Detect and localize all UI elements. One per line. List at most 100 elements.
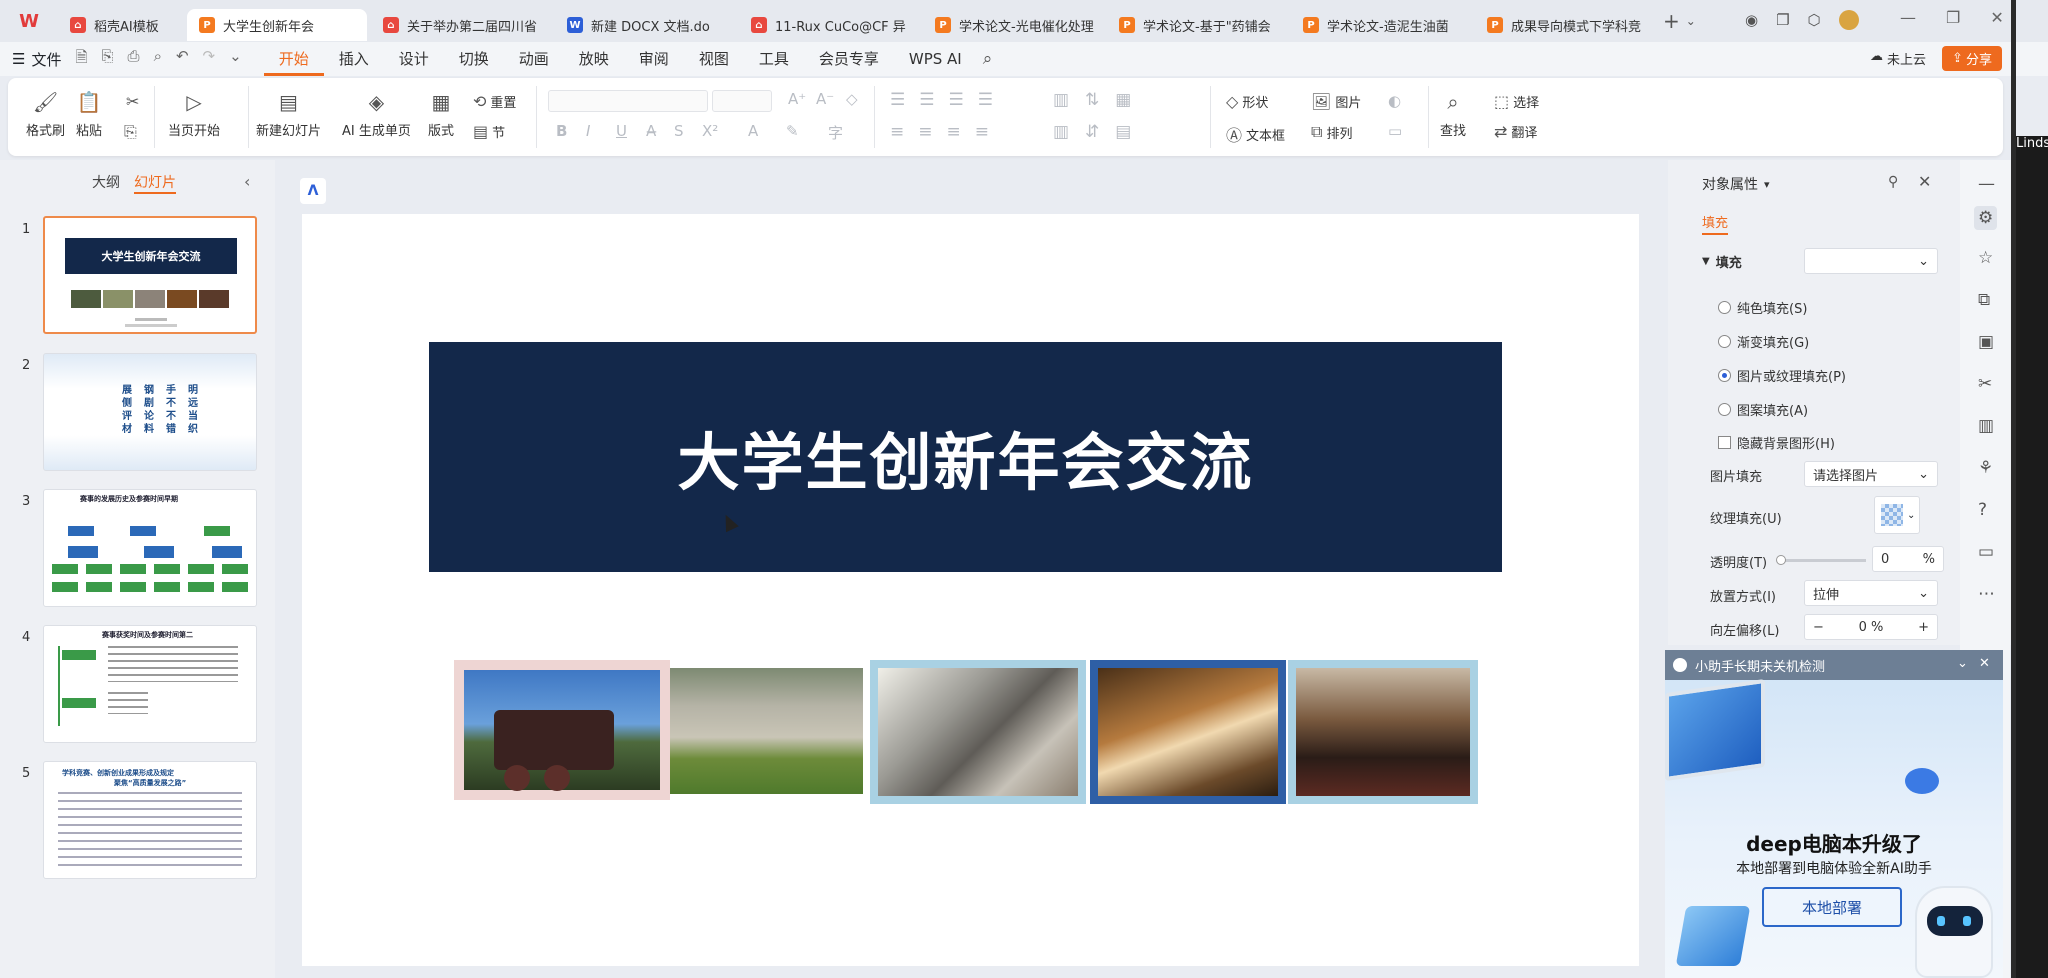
placement-select[interactable]: 拉伸 ⌄	[1804, 580, 1938, 606]
browser-tab[interactable]: ⌂ 稻壳AI模板	[58, 9, 183, 41]
start-from-current-button[interactable]: ▷ 当页开始	[168, 90, 220, 139]
transparency-slider[interactable]	[1776, 555, 1866, 565]
close-icon[interactable]: ✕	[1990, 8, 2003, 27]
alignment-tools[interactable]: ≡≡≡≡	[890, 122, 1003, 142]
close-panel-icon[interactable]: ✕	[1918, 172, 1931, 191]
plus-icon[interactable]: +	[1918, 620, 1929, 635]
select-button[interactable]: ⬚ 选择	[1494, 92, 1539, 111]
menu-item[interactable]: 放映	[564, 42, 624, 76]
restore-icon[interactable]: ❐	[1946, 8, 1960, 27]
textbox-button[interactable]: Ⓐ 文本框	[1226, 122, 1285, 146]
outline-icon[interactable]: ▭	[1388, 122, 1402, 140]
wps-logo-icon[interactable]: W	[0, 0, 58, 42]
fill-type-select[interactable]: ⌄	[1804, 248, 1938, 274]
browser-tab[interactable]: P 大学生创新年会	[187, 9, 367, 41]
hide-background-checkbox[interactable]: 隐藏背景图形(H)	[1718, 433, 1835, 452]
undo-icon[interactable]: ↶	[176, 47, 189, 72]
shadow-icon[interactable]: S	[674, 122, 684, 140]
unsaved-status[interactable]: ☁ 未上云	[1870, 49, 1926, 68]
font-grow-icon[interactable]: A⁺	[788, 90, 806, 108]
shape-button[interactable]: ◇ 形状	[1226, 92, 1268, 111]
superscript-icon[interactable]: X²	[702, 122, 718, 140]
menu-item[interactable]: 会员专享	[804, 42, 894, 76]
menu-item[interactable]: 工具	[744, 42, 804, 76]
menu-item[interactable]: 插入	[324, 42, 384, 76]
offset-left-stepper[interactable]: −0 % +	[1804, 614, 1938, 640]
browser-tab[interactable]: P 学术论文-基于"药铺会	[1107, 9, 1287, 41]
search-icon[interactable]: ⌕	[983, 49, 993, 69]
tab-list-chevron-icon[interactable]: ⌄	[1686, 14, 1696, 28]
font-color-icon[interactable]: A	[748, 122, 758, 140]
font-size-select[interactable]	[712, 90, 772, 112]
ai-single-page-button[interactable]: ◈ AI 生成单页	[342, 90, 411, 139]
radio-gradient-fill[interactable]: 渐变填充(G)	[1718, 332, 1809, 351]
photo-hallway[interactable]	[870, 660, 1086, 804]
cut-button[interactable]: ✂	[126, 92, 139, 111]
strikethrough-icon[interactable]: A̶	[646, 122, 656, 140]
picture-fill-select[interactable]: 请选择图片 ⌄	[1804, 461, 1938, 487]
bold-icon[interactable]: B	[556, 122, 567, 140]
browser-tab[interactable]: ⌂ 关于举办第二届四川省	[371, 9, 551, 41]
collab-icon[interactable]: ◉	[1745, 11, 1758, 29]
slide-thumbnail-1[interactable]: 大学生创新年会交流	[43, 216, 257, 334]
slide-thumbnail-2[interactable]: 展 侧 评 材 钢 剧 论 料 手 不 不 错 明 远 当 织	[43, 353, 257, 471]
new-slide-button[interactable]: ▤ 新建幻灯片	[256, 90, 321, 139]
slide-thumbnail-4[interactable]: 赛事获奖时间及参赛时间第二	[43, 625, 257, 743]
radio-pattern-fill[interactable]: 图案填充(A)	[1718, 400, 1808, 419]
popup-collapse-icon[interactable]: ⌄	[1957, 656, 1968, 671]
collapse-panel-icon[interactable]: ‹	[244, 172, 250, 191]
fill-section-header[interactable]: ▼ 填充	[1702, 252, 1742, 271]
pin-icon[interactable]: ⚲	[1888, 174, 1898, 190]
column-tools[interactable]: ▥⇵▤	[1053, 122, 1147, 142]
redo-icon[interactable]: ↷	[203, 47, 216, 72]
layout-button[interactable]: ▦ 版式	[428, 90, 454, 139]
slides-tab[interactable]: 幻灯片	[134, 172, 176, 194]
underline-icon[interactable]: U	[616, 122, 627, 140]
menu-item[interactable]: WPS AI	[894, 42, 977, 76]
picture-button[interactable]: 🖼 图片	[1311, 92, 1361, 111]
slide-title-box[interactable]: 大学生创新年会交流	[429, 342, 1502, 572]
copy-button[interactable]: ⎘	[124, 122, 137, 142]
transparency-input[interactable]: 0%	[1872, 546, 1944, 572]
reset-button[interactable]: ⟲ 重置	[473, 92, 516, 111]
window-icon[interactable]: ❐	[1776, 11, 1789, 29]
share-link-icon[interactable]: ⚘	[1978, 458, 1993, 478]
font-name-select[interactable]	[548, 90, 708, 112]
menu-item[interactable]: 开始	[263, 42, 324, 76]
clear-format-icon[interactable]: ◇	[846, 90, 858, 108]
radio-solid-fill[interactable]: 纯色填充(S)	[1718, 298, 1807, 317]
export-icon[interactable]: ⎘	[102, 47, 114, 72]
find-button[interactable]: ⌕ 查找	[1440, 90, 1466, 139]
minimize-icon[interactable]: —	[1900, 8, 1916, 27]
browser-tab[interactable]: W 新建 DOCX 文档.do	[555, 9, 735, 41]
slide-thumbnail-3[interactable]: 赛事的发展历史及参赛时间早期	[43, 489, 257, 607]
ai-assistant-icon[interactable]: Ʌ	[300, 178, 326, 204]
photo-stone-monument[interactable]	[670, 668, 863, 794]
collapse-icon[interactable]: —	[1978, 174, 1995, 194]
preview-icon[interactable]: ⌕	[154, 47, 162, 72]
image-edit-icon[interactable]: ▣	[1978, 332, 1994, 352]
menu-item[interactable]: 视图	[684, 42, 744, 76]
radio-picture-fill[interactable]: 图片或纹理填充(P)	[1718, 366, 1846, 385]
char-spacing-icon[interactable]: 字	[828, 122, 843, 143]
browser-tab[interactable]: P 学术论文-光电催化处理	[923, 9, 1103, 41]
slide-canvas[interactable]	[302, 214, 1639, 966]
more-chevron-icon[interactable]: ⌄	[229, 47, 242, 72]
menu-item[interactable]: 动画	[504, 42, 564, 76]
italic-icon[interactable]: I	[586, 122, 590, 140]
slide-thumbnail-5[interactable]: 学科竞赛、创新创业成果形成及规定 聚焦“高质量发展之路”	[43, 761, 257, 879]
help-icon[interactable]: ?	[1978, 500, 1987, 520]
file-menu[interactable]: ☰ 文件	[0, 49, 75, 70]
section-button[interactable]: ▤ 节	[473, 122, 505, 141]
book-icon[interactable]: ▥	[1978, 416, 1994, 436]
minus-icon[interactable]: −	[1813, 620, 1824, 635]
format-painter-button[interactable]: 🖌 格式刷	[26, 90, 65, 139]
avatar[interactable]	[1838, 10, 1859, 30]
browser-tab[interactable]: P 成果导向模式下学科竞	[1475, 9, 1655, 41]
comment-icon[interactable]: ▭	[1978, 542, 1994, 562]
browser-tab[interactable]: ⌂ 11-Rux CuCo@CF 异	[739, 9, 919, 41]
menu-item[interactable]: 切换	[444, 42, 504, 76]
texture-swatch[interactable]: ⌄	[1874, 496, 1920, 534]
save-icon[interactable]: 🗎	[75, 47, 87, 72]
properties-icon[interactable]: ⚙	[1974, 206, 1998, 230]
